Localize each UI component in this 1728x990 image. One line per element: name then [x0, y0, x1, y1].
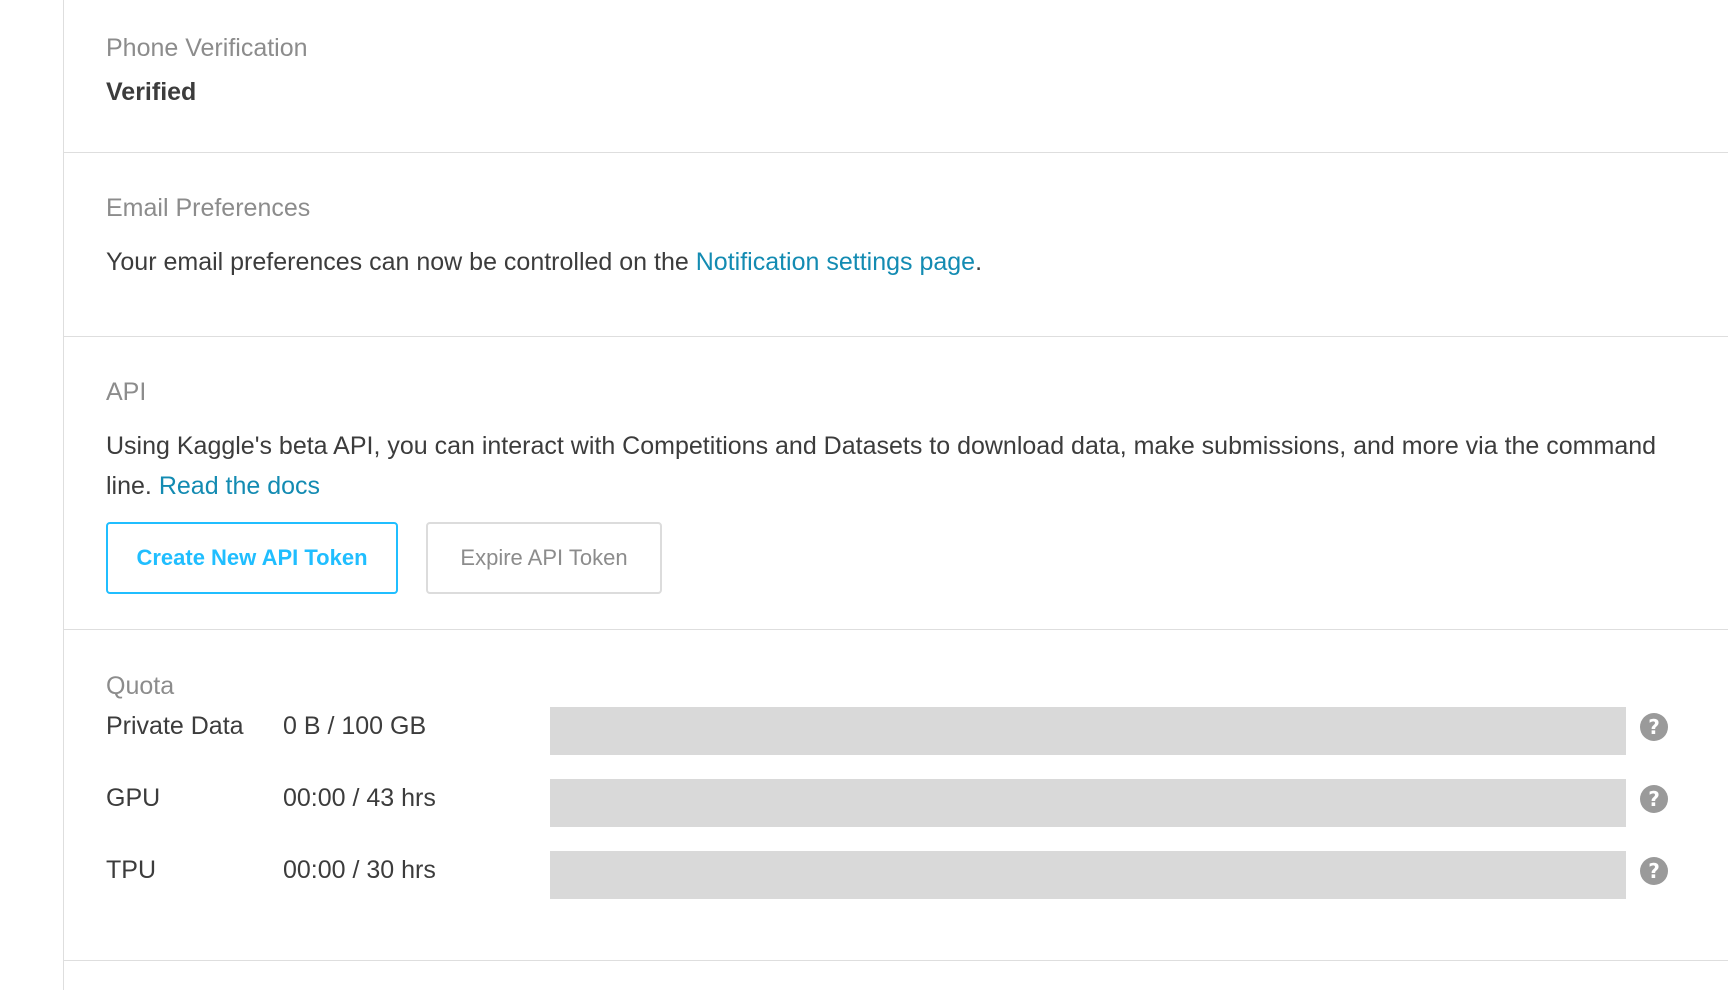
quota-row-usage: 0 B / 100 GB	[283, 712, 427, 740]
content-left-border	[63, 0, 64, 990]
question-circle-icon[interactable]: ?	[1640, 857, 1668, 885]
email-preferences-text: Your email preferences can now be contro…	[106, 242, 1666, 282]
quota-row-usage: 00:00 / 30 hrs	[283, 856, 436, 884]
section-divider	[64, 629, 1728, 630]
quota-progress-bar	[550, 779, 1626, 827]
quota-label: Quota	[106, 672, 175, 700]
api-description: Using Kaggle's beta API, you can interac…	[106, 432, 1657, 500]
api-label: API	[106, 378, 147, 406]
email-preferences-description: Your email preferences can now be contro…	[106, 248, 696, 276]
phone-verification-status: Verified	[106, 78, 197, 106]
email-preferences-period: .	[975, 248, 983, 276]
quota-row-name: TPU	[106, 856, 156, 884]
create-new-api-token-button[interactable]: Create New API Token	[106, 522, 398, 594]
section-divider	[64, 152, 1728, 153]
quota-progress-bar	[550, 851, 1626, 899]
phone-verification-label: Phone Verification	[106, 34, 308, 62]
quota-row-usage: 00:00 / 43 hrs	[283, 784, 436, 812]
expire-api-token-button[interactable]: Expire API Token	[426, 522, 662, 594]
section-divider	[64, 336, 1728, 337]
quota-progress-bar	[550, 707, 1626, 755]
quota-row-name: GPU	[106, 784, 161, 812]
account-settings-page: Phone Verification Verified Email Prefer…	[0, 0, 1728, 990]
email-preferences-label: Email Preferences	[106, 194, 311, 222]
api-description-text: Using Kaggle's beta API, you can interac…	[106, 426, 1706, 506]
question-circle-icon[interactable]: ?	[1640, 785, 1668, 813]
question-circle-icon[interactable]: ?	[1640, 713, 1668, 741]
read-the-docs-link[interactable]: Read the docs	[159, 472, 320, 500]
quota-row-name: Private Data	[106, 712, 244, 740]
notification-settings-link[interactable]: Notification settings page	[696, 248, 975, 276]
section-divider	[64, 960, 1728, 961]
